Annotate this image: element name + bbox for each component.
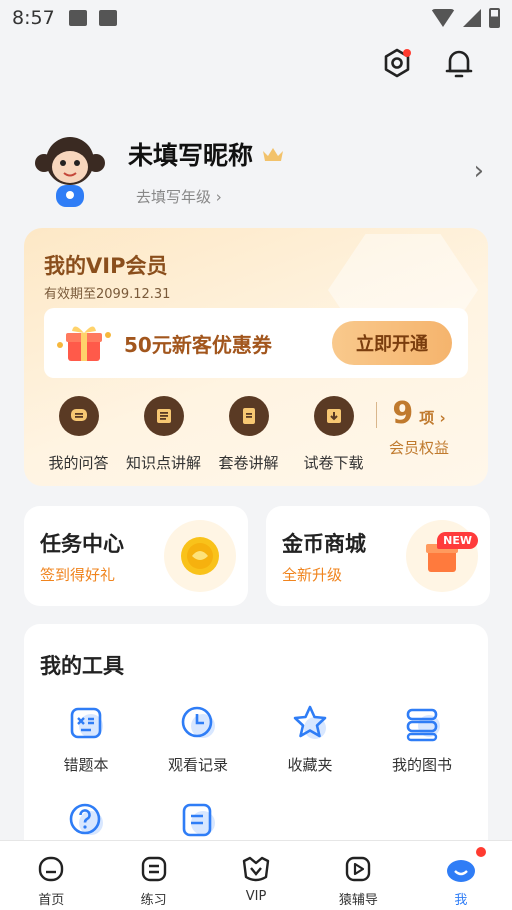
feature-paper[interactable]: 套卷讲解 bbox=[206, 396, 291, 473]
vip-features: 我的问答 知识点讲解 套卷讲解 试卷下载 9 项 › 会员权益 bbox=[36, 396, 476, 473]
play-icon bbox=[346, 856, 371, 882]
status-bar: 8:57 bbox=[0, 0, 512, 36]
chevron-right-icon[interactable]: › bbox=[474, 156, 484, 186]
clock-icon bbox=[179, 704, 217, 742]
bottom-tab-bar: 首页 练习 VIP 猿辅导 我 bbox=[0, 840, 512, 910]
font-notification-icon bbox=[98, 10, 117, 26]
feature-label: 试卷下载 bbox=[303, 454, 364, 472]
vip-card[interactable]: 我的VIP会员 有效期至2099.12.31 50元新客优惠券 立即开通 我的问… bbox=[24, 228, 488, 486]
vip-crown-icon bbox=[242, 856, 270, 882]
tool-watch-history[interactable]: 观看记录 bbox=[142, 704, 254, 775]
home-icon bbox=[39, 856, 64, 882]
tools-card: 我的工具 错题本 观看记录 收藏夹 我的图书 bbox=[24, 624, 488, 864]
tool-label: 观看记录 bbox=[167, 756, 228, 774]
tab-label: 练习 bbox=[140, 893, 167, 908]
bell-icon bbox=[445, 50, 473, 78]
rights-label: 会员权益 bbox=[389, 439, 450, 457]
rights-count: 9 项 › bbox=[392, 396, 445, 431]
nickname-text: 未填写昵称 bbox=[128, 140, 254, 170]
new-badge: NEW bbox=[437, 532, 478, 549]
tool-label: 收藏夹 bbox=[287, 756, 333, 774]
task-center-subtitle: 签到得好礼 bbox=[40, 566, 116, 584]
status-time: 8:57 bbox=[12, 7, 55, 29]
top-actions bbox=[380, 46, 476, 80]
wifi-icon bbox=[431, 9, 455, 27]
wrong-book-icon bbox=[67, 704, 105, 742]
tab-label: 首页 bbox=[38, 893, 65, 908]
me-icon bbox=[446, 860, 475, 882]
document-icon bbox=[228, 396, 269, 436]
gallery-notification-icon bbox=[68, 10, 87, 26]
battery-icon bbox=[489, 8, 500, 28]
coin-icon bbox=[164, 520, 236, 592]
vip-valid-date: 有效期至2099.12.31 bbox=[44, 287, 171, 302]
crown-icon bbox=[263, 147, 284, 161]
tools-grid: 错题本 观看记录 收藏夹 我的图书 bbox=[24, 704, 488, 839]
feature-download[interactable]: 试卷下载 bbox=[291, 396, 376, 473]
coupon-text: 50元新客优惠券 bbox=[124, 332, 272, 357]
coin-mall-card[interactable]: 金币商城 全新升级 NEW bbox=[266, 506, 490, 606]
divider bbox=[376, 402, 377, 428]
tools-title: 我的工具 bbox=[40, 654, 124, 678]
signal-icon bbox=[463, 9, 481, 27]
nickname: 未填写昵称 bbox=[128, 136, 285, 172]
chat-bubble-icon bbox=[58, 396, 99, 436]
tab-home[interactable]: 首页 bbox=[0, 841, 102, 910]
books-icon bbox=[403, 704, 441, 742]
feature-knowledge[interactable]: 知识点讲解 bbox=[121, 396, 206, 473]
book-icon bbox=[143, 396, 184, 436]
settings-button[interactable] bbox=[380, 46, 414, 80]
coin-mall-title: 金币商城 bbox=[282, 532, 366, 556]
settings-red-dot bbox=[403, 49, 411, 57]
notifications-button[interactable] bbox=[442, 46, 476, 80]
feature-label: 套卷讲解 bbox=[218, 454, 279, 472]
tab-label: 我 bbox=[454, 893, 468, 908]
star-icon bbox=[291, 704, 329, 742]
gift-box-icon bbox=[406, 520, 478, 592]
practice-icon bbox=[141, 856, 166, 882]
tool-wrong-book[interactable]: 错题本 bbox=[30, 704, 142, 775]
gift-box-icon bbox=[52, 321, 116, 365]
tab-vip[interactable]: VIP bbox=[205, 841, 307, 910]
open-vip-button[interactable]: 立即开通 bbox=[332, 321, 452, 365]
feature-my-qa[interactable]: 我的问答 bbox=[36, 396, 121, 473]
feature-label: 知识点讲解 bbox=[125, 454, 201, 472]
vip-title: 我的VIP会员 bbox=[44, 254, 168, 278]
tool-my-books[interactable]: 我的图书 bbox=[366, 704, 478, 775]
me-red-dot bbox=[476, 847, 487, 857]
grade-link[interactable]: 去填写年级 › bbox=[136, 186, 285, 207]
tab-tutoring[interactable]: 猿辅导 bbox=[307, 841, 409, 910]
tool-label: 错题本 bbox=[63, 756, 109, 774]
tool-notes[interactable] bbox=[142, 801, 254, 839]
tab-me[interactable]: 我 bbox=[410, 841, 512, 910]
tool-favorites[interactable]: 收藏夹 bbox=[254, 704, 366, 775]
task-center-card[interactable]: 任务中心 签到得好礼 bbox=[24, 506, 248, 606]
coupon-bar[interactable]: 50元新客优惠券 立即开通 bbox=[44, 308, 468, 378]
profile-header[interactable]: 未填写昵称 去填写年级 › › bbox=[24, 128, 488, 214]
tab-label: 猿辅导 bbox=[338, 893, 378, 908]
download-icon bbox=[313, 396, 354, 436]
rights-number: 9 bbox=[392, 396, 414, 431]
tool-help[interactable] bbox=[30, 801, 142, 839]
tab-practice[interactable]: 练习 bbox=[102, 841, 204, 910]
feature-label: 我的问答 bbox=[48, 454, 109, 472]
vip-rights[interactable]: 9 项 › 会员权益 bbox=[389, 396, 449, 458]
question-icon bbox=[67, 801, 105, 839]
monkey-avatar-icon bbox=[35, 137, 105, 207]
task-center-title: 任务中心 bbox=[40, 532, 124, 556]
tab-label: VIP bbox=[245, 889, 267, 904]
avatar[interactable] bbox=[32, 133, 108, 209]
coin-mall-subtitle: 全新升级 bbox=[282, 566, 343, 584]
tool-label: 我的图书 bbox=[391, 756, 452, 774]
notes-icon bbox=[179, 801, 217, 839]
rights-unit: 项 › bbox=[419, 409, 446, 427]
